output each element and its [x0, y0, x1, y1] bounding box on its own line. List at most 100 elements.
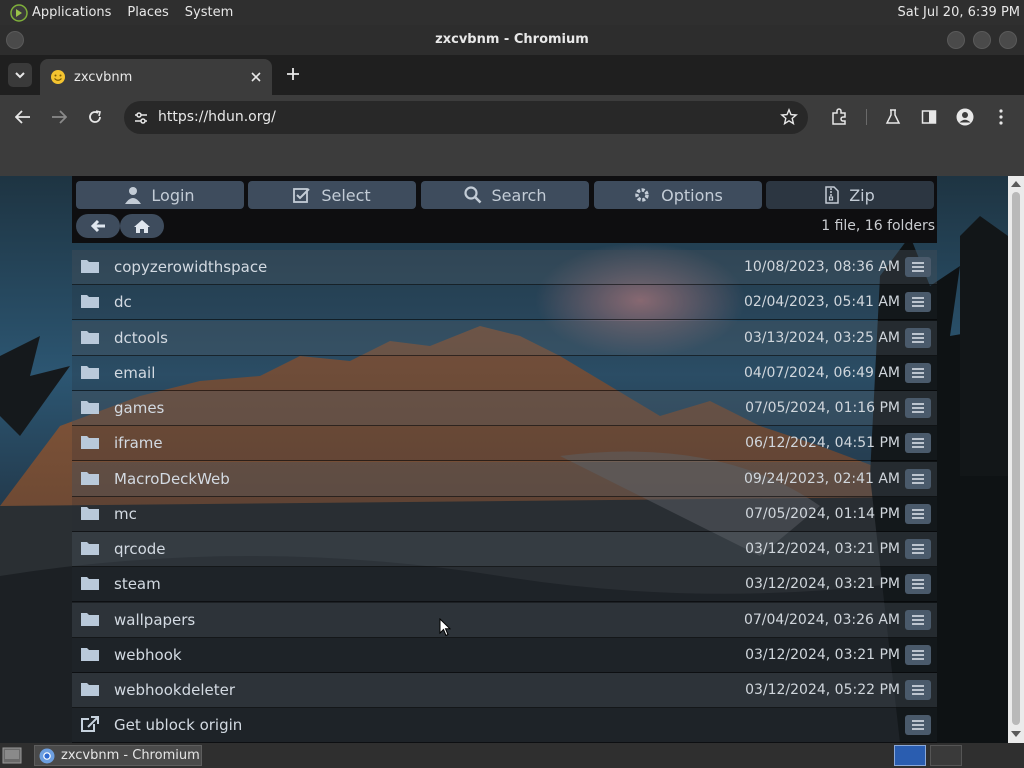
maximize-button[interactable]	[973, 31, 991, 49]
extensions-icon[interactable]	[828, 106, 850, 128]
scroll-up-arrow-icon[interactable]	[1011, 181, 1021, 187]
row-menu-button[interactable]	[905, 503, 931, 524]
folder-name[interactable]: dc	[114, 285, 132, 319]
modified-date: 03/13/2024, 03:25 AM	[743, 329, 900, 346]
folder-name[interactable]: webhook	[114, 638, 182, 672]
hamburger-menu-icon	[912, 508, 924, 519]
table-row[interactable]: mc 07/05/2024, 01:14 PM	[72, 496, 937, 532]
table-row[interactable]: dctools 03/13/2024, 03:25 AM	[72, 320, 937, 356]
folder-icon	[81, 506, 99, 520]
more-menu-icon[interactable]	[990, 106, 1012, 128]
modified-date: 07/04/2024, 03:26 AM	[743, 611, 900, 628]
page-scrollbar[interactable]	[1008, 176, 1024, 743]
modified-date: 02/04/2023, 05:41 AM	[743, 294, 900, 311]
row-menu-button[interactable]	[905, 644, 931, 665]
tab-title: zxcvbnm	[74, 69, 133, 85]
row-menu-button[interactable]	[905, 468, 931, 489]
table-row[interactable]: copyzerowidthspace 10/08/2023, 08:36 AM	[72, 250, 937, 285]
home-button[interactable]	[120, 214, 164, 238]
folder-name[interactable]: iframe	[114, 426, 163, 460]
taskbar-chromium-window[interactable]: zxcvbnm - Chromium	[34, 745, 202, 766]
folder-name[interactable]: mc	[114, 497, 137, 531]
row-menu-button[interactable]	[905, 362, 931, 383]
tab-active[interactable]: zxcvbnm	[40, 59, 272, 95]
page-viewport: Login Select Search Options Zip 1 file, …	[0, 176, 1008, 743]
table-row[interactable]: iframe 06/12/2024, 04:51 PM	[72, 426, 937, 462]
row-menu-button[interactable]	[905, 539, 931, 559]
table-row[interactable]: email 04/07/2024, 06:49 AM	[72, 355, 937, 391]
back-folder-button[interactable]	[76, 214, 120, 238]
row-menu-button[interactable]	[905, 574, 931, 595]
window-menu-button[interactable]	[6, 31, 24, 49]
zip-button[interactable]: Zip	[766, 181, 934, 209]
folder-name[interactable]: steam	[114, 567, 161, 601]
bookmark-star-icon[interactable]	[780, 108, 798, 126]
new-tab-icon[interactable]	[284, 65, 302, 83]
hamburger-menu-icon	[912, 579, 924, 590]
row-menu-button[interactable]	[905, 257, 931, 277]
table-row[interactable]: games 07/05/2024, 01:16 PM	[72, 391, 937, 426]
forward-icon[interactable]	[48, 106, 70, 128]
folder-name[interactable]: games	[114, 391, 164, 425]
row-menu-button[interactable]	[905, 398, 931, 418]
hamburger-menu-icon	[912, 262, 924, 272]
distro-logo-icon[interactable]	[10, 3, 28, 22]
folder-name[interactable]: webhookdeleter	[114, 673, 235, 707]
table-row[interactable]: wallpapers 07/04/2024, 03:26 AM	[72, 602, 937, 638]
applications-menu[interactable]: Applications	[32, 5, 111, 20]
taskbar-window-label: zxcvbnm - Chromium	[61, 748, 200, 763]
search-label: Search	[491, 185, 547, 205]
modified-date: 09/24/2023, 02:41 AM	[743, 470, 900, 487]
folder-name[interactable]: dctools	[114, 321, 168, 355]
row-menu-button[interactable]	[905, 680, 931, 700]
folder-name[interactable]: email	[114, 356, 155, 390]
table-row[interactable]: webhookdeleter 03/12/2024, 05:22 PM	[72, 673, 937, 708]
reload-icon[interactable]	[84, 106, 106, 128]
system-menu[interactable]: System	[185, 5, 233, 20]
row-menu-button[interactable]	[905, 433, 931, 454]
link-name[interactable]: Get ublock origin	[114, 708, 242, 742]
close-window-button[interactable]	[999, 31, 1017, 49]
row-menu-button[interactable]	[905, 292, 931, 313]
folder-name[interactable]: copyzerowidthspace	[114, 250, 267, 284]
table-row[interactable]: dc 02/04/2023, 05:41 AM	[72, 285, 937, 321]
labs-flask-icon[interactable]	[882, 106, 904, 128]
workspace-2[interactable]	[930, 745, 962, 766]
folder-name[interactable]: wallpapers	[114, 603, 195, 637]
site-info-icon[interactable]	[132, 109, 150, 127]
folder-name[interactable]: MacroDeckWeb	[114, 462, 230, 496]
scrollbar-thumb[interactable]	[1012, 192, 1020, 725]
search-button[interactable]: Search	[421, 181, 589, 209]
minimize-button[interactable]	[947, 31, 965, 49]
options-button[interactable]: Options	[594, 181, 762, 209]
folder-icon	[81, 330, 99, 344]
table-row[interactable]: MacroDeckWeb 09/24/2023, 02:41 AM	[72, 461, 937, 497]
tab-search-button[interactable]	[8, 63, 32, 87]
places-menu[interactable]: Places	[127, 5, 168, 20]
row-menu-button[interactable]	[905, 715, 931, 736]
window-titlebar[interactable]: zxcvbnm - Chromium	[0, 25, 1024, 55]
profile-icon[interactable]	[954, 106, 976, 128]
scroll-down-arrow-icon[interactable]	[1011, 731, 1021, 737]
file-manager-header: Login Select Search Options Zip 1 file, …	[72, 176, 937, 243]
folder-name[interactable]: qrcode	[114, 532, 166, 566]
side-panel-icon[interactable]	[918, 106, 940, 128]
table-row[interactable]: steam 03/12/2024, 03:21 PM	[72, 567, 937, 603]
table-row[interactable]: webhook 03/12/2024, 03:21 PM	[72, 637, 937, 673]
workspace-1[interactable]	[894, 745, 926, 766]
link-row[interactable]: Get ublock origin	[72, 708, 937, 743]
show-desktop-icon[interactable]	[2, 746, 22, 765]
row-menu-button[interactable]	[905, 327, 931, 348]
select-button[interactable]: Select	[248, 181, 416, 209]
table-row[interactable]: qrcode 03/12/2024, 03:21 PM	[72, 532, 937, 567]
login-button[interactable]: Login	[76, 181, 244, 209]
checkbox-icon	[293, 188, 311, 203]
close-icon[interactable]	[248, 69, 264, 85]
back-icon[interactable]	[12, 106, 34, 128]
chevron-down-icon	[15, 72, 25, 79]
url-text[interactable]: https://hdun.org/	[158, 101, 276, 134]
address-bar[interactable]: https://hdun.org/	[124, 101, 808, 134]
clock[interactable]: Sat Jul 20, 6:39 PM	[898, 0, 1020, 25]
folder-icon	[81, 295, 99, 309]
row-menu-button[interactable]	[905, 609, 931, 630]
